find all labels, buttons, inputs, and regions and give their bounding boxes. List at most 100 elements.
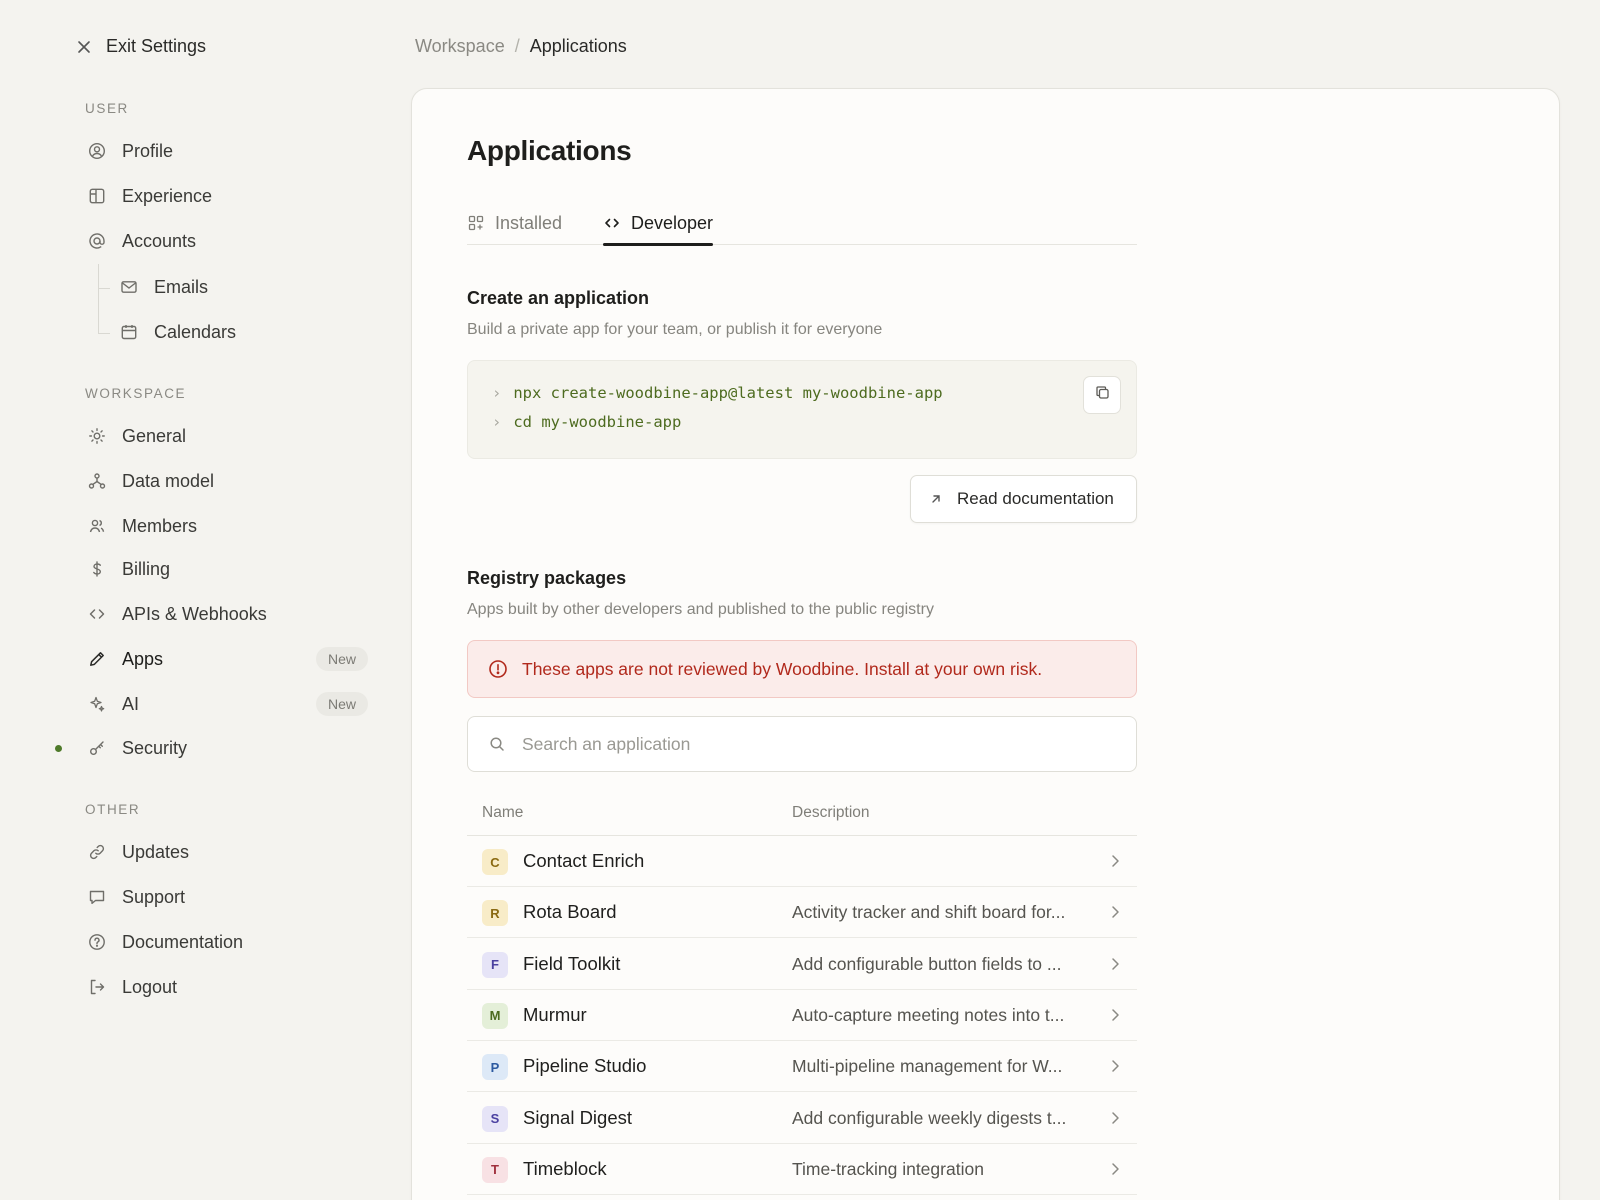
main-panel: Applications Installed Developer Create … — [411, 88, 1560, 1200]
users-icon — [86, 515, 108, 537]
sidebar-item-label: Members — [122, 515, 198, 536]
app-description: Add configurable button fields to ... — [792, 953, 1062, 974]
close-icon — [76, 39, 92, 55]
table-row[interactable]: F Field Toolkit Add configurable button fi… — [467, 939, 1137, 990]
column-header-name[interactable]: Name — [482, 804, 523, 822]
breadcrumb: Workspace / Applications — [415, 36, 627, 57]
app-avatar: P — [482, 1054, 508, 1081]
table-row[interactable]: C Contact Enrich — [467, 836, 1137, 887]
sidebar-item-calendars[interactable]: Calendars — [118, 313, 368, 351]
sidebar-item-label: Documentation — [122, 931, 244, 952]
sidebar-item-label: Support — [122, 886, 186, 907]
registry-section-subtitle: Apps built by other developers and publi… — [467, 601, 934, 618]
copy-button[interactable] — [1083, 376, 1121, 414]
app-name: Pipeline Studio — [523, 1055, 647, 1077]
sidebar-item-label: Experience — [122, 185, 213, 206]
sidebar-item-logout[interactable]: Logout — [86, 968, 368, 1006]
exit-settings-button[interactable]: Exit Settings — [76, 36, 206, 57]
app-description: Multi-pipeline management for W... — [792, 1056, 1063, 1077]
logout-icon — [86, 976, 108, 998]
registry-section-title: Registry packages — [467, 568, 627, 588]
sidebar-item-label: Accounts — [122, 230, 197, 251]
read-documentation-label: Read documentation — [957, 489, 1114, 508]
sidebar-item-security[interactable]: Security — [86, 729, 368, 767]
sidebar-item-emails[interactable]: Emails — [118, 268, 368, 306]
sidebar-item-support[interactable]: Support — [86, 878, 368, 916]
breadcrumb-parent[interactable]: Workspace — [415, 36, 505, 57]
app-description: Auto-capture meeting notes into t... — [792, 1004, 1065, 1025]
prompt-glyph: › — [492, 384, 502, 402]
warning-text: These apps are not reviewed by Woodbine.… — [522, 658, 1043, 679]
sidebar-item-ai[interactable]: AI New — [86, 685, 368, 723]
new-badge: New — [315, 647, 368, 671]
app-description: Add configurable weekly digests t... — [792, 1107, 1067, 1128]
search-icon — [488, 735, 506, 753]
sidebar-item-experience[interactable]: Experience — [86, 177, 368, 215]
section-label-other: OTHER — [85, 802, 141, 817]
sidebar-item-label: Emails — [154, 276, 209, 297]
app-name: Timeblock — [523, 1157, 607, 1179]
sidebar-item-label: AI — [122, 693, 140, 714]
help-circle-icon — [86, 931, 108, 953]
table-row[interactable]: R Rota Board Activity tracker and shift bo… — [467, 887, 1137, 939]
column-header-description[interactable]: Description — [792, 804, 870, 822]
app-avatar: F — [482, 951, 508, 978]
command-text: npx create-woodbine-app@latest my-woodbi… — [513, 384, 943, 402]
tree-line — [98, 264, 99, 334]
sidebar-item-label: Data model — [122, 470, 215, 491]
app-description: Time-tracking integration — [792, 1158, 984, 1179]
link-icon — [86, 841, 108, 863]
breadcrumb-separator: / — [514, 36, 520, 56]
code-icon — [603, 214, 621, 232]
breadcrumb-current: Applications — [529, 36, 627, 56]
sidebar-item-general[interactable]: General — [86, 417, 368, 455]
app-avatar: R — [482, 900, 508, 927]
copy-icon — [1095, 385, 1110, 405]
app-description: Activity tracker and shift board for... — [792, 902, 1066, 923]
calendar-icon — [118, 321, 140, 343]
tree-branch — [98, 333, 110, 334]
sidebar-item-documentation[interactable]: Documentation — [86, 923, 368, 961]
search-box — [467, 716, 1137, 772]
sidebar-item-profile[interactable]: Profile — [86, 132, 368, 170]
app-avatar: T — [482, 1156, 508, 1183]
create-section-title: Create an application — [467, 288, 650, 308]
pencil-icon — [86, 648, 108, 670]
mail-icon — [118, 276, 140, 298]
tree-branch — [98, 288, 110, 289]
sidebar-item-label: Billing — [122, 558, 171, 579]
sidebar-item-members[interactable]: Members — [86, 507, 368, 545]
chevron-right-icon — [1108, 956, 1122, 972]
sidebar-item-updates[interactable]: Updates — [86, 833, 368, 871]
table-row[interactable]: M Murmur Auto-capture meeting notes into t… — [467, 990, 1137, 1041]
command-text: cd my-woodbine-app — [513, 413, 682, 431]
new-badge: New — [315, 692, 368, 716]
section-label-user: USER — [85, 101, 129, 116]
tab-bar: Installed Developer — [467, 201, 1137, 246]
app-name: Signal Digest — [523, 1106, 633, 1128]
sidebar-item-accounts[interactable]: Accounts — [86, 222, 368, 260]
warning-banner: These apps are not reviewed by Woodbine.… — [467, 640, 1137, 698]
sidebar-item-data-model[interactable]: Data model — [86, 462, 368, 500]
tab-installed[interactable]: Installed — [467, 201, 562, 245]
table-row[interactable]: T Timeblock Time-tracking integration — [467, 1144, 1137, 1195]
sidebar-item-apps[interactable]: Apps New — [86, 640, 368, 678]
status-dot — [55, 745, 62, 752]
sidebar-item-apis-webhooks[interactable]: APIs & Webhooks — [86, 595, 368, 633]
code-icon — [86, 603, 108, 625]
app-name: Rota Board — [523, 901, 617, 923]
table-row[interactable]: S Signal Digest Add configurable weekly di… — [467, 1093, 1137, 1144]
sidebar-item-billing[interactable]: Billing — [86, 550, 368, 588]
dollar-icon — [86, 558, 108, 580]
chevron-right-icon — [1108, 904, 1122, 920]
sun-icon — [86, 425, 108, 447]
app-name: Murmur — [523, 1003, 587, 1025]
app-avatar: S — [482, 1105, 508, 1132]
chevron-right-icon — [1108, 853, 1122, 869]
tab-developer[interactable]: Developer — [603, 201, 714, 246]
read-documentation-button[interactable]: Read documentation — [910, 475, 1137, 523]
table-row[interactable]: P Pipeline Studio Multi-pipeline managemen… — [467, 1041, 1137, 1093]
search-input[interactable] — [522, 733, 1102, 755]
chevron-right-icon — [1108, 1058, 1122, 1074]
sidebar-item-label: Security — [122, 737, 188, 758]
